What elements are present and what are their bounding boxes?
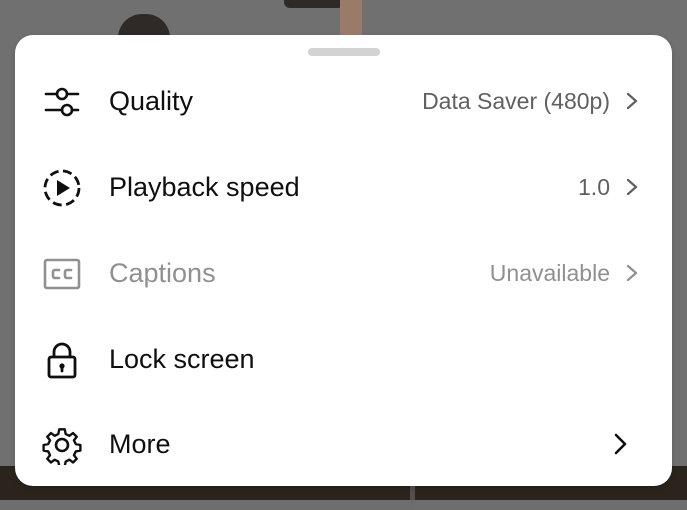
- menu-item-lock-screen[interactable]: Lock screen: [15, 316, 672, 402]
- menu-item-label: Captions: [109, 258, 216, 288]
- menu-item-label: Lock screen: [109, 344, 255, 374]
- menu-item-quality[interactable]: Quality Data Saver (480p): [15, 58, 672, 144]
- lock-icon: [42, 340, 82, 380]
- sliders-icon: [42, 82, 82, 122]
- menu-item-label: More: [109, 429, 171, 459]
- menu-item-value: Data Saver (480p): [422, 88, 610, 114]
- drag-handle[interactable]: [308, 48, 380, 56]
- chevron-right-icon: [622, 91, 642, 111]
- chevron-right-icon: [622, 263, 642, 283]
- settings-bottom-sheet: Quality Data Saver (480p) Playback speed…: [15, 35, 672, 486]
- playback-speed-icon: [42, 168, 82, 208]
- menu-item-playback-speed[interactable]: Playback speed 1.0: [15, 144, 672, 230]
- menu-item-captions[interactable]: Captions Unavailable: [15, 230, 672, 316]
- menu-item-more[interactable]: More: [15, 401, 672, 487]
- video-figure-arm: [340, 0, 362, 40]
- chevron-right-icon: [608, 432, 632, 456]
- menu-item-label: Playback speed: [109, 172, 300, 202]
- menu-item-label: Quality: [109, 86, 194, 116]
- menu-item-value: 1.0: [578, 174, 610, 200]
- gear-icon: [42, 425, 82, 465]
- closed-captions-icon: [42, 254, 82, 294]
- video-figure-hand: [284, 0, 344, 8]
- chevron-right-icon: [622, 177, 642, 197]
- menu-item-value: Unavailable: [489, 260, 610, 286]
